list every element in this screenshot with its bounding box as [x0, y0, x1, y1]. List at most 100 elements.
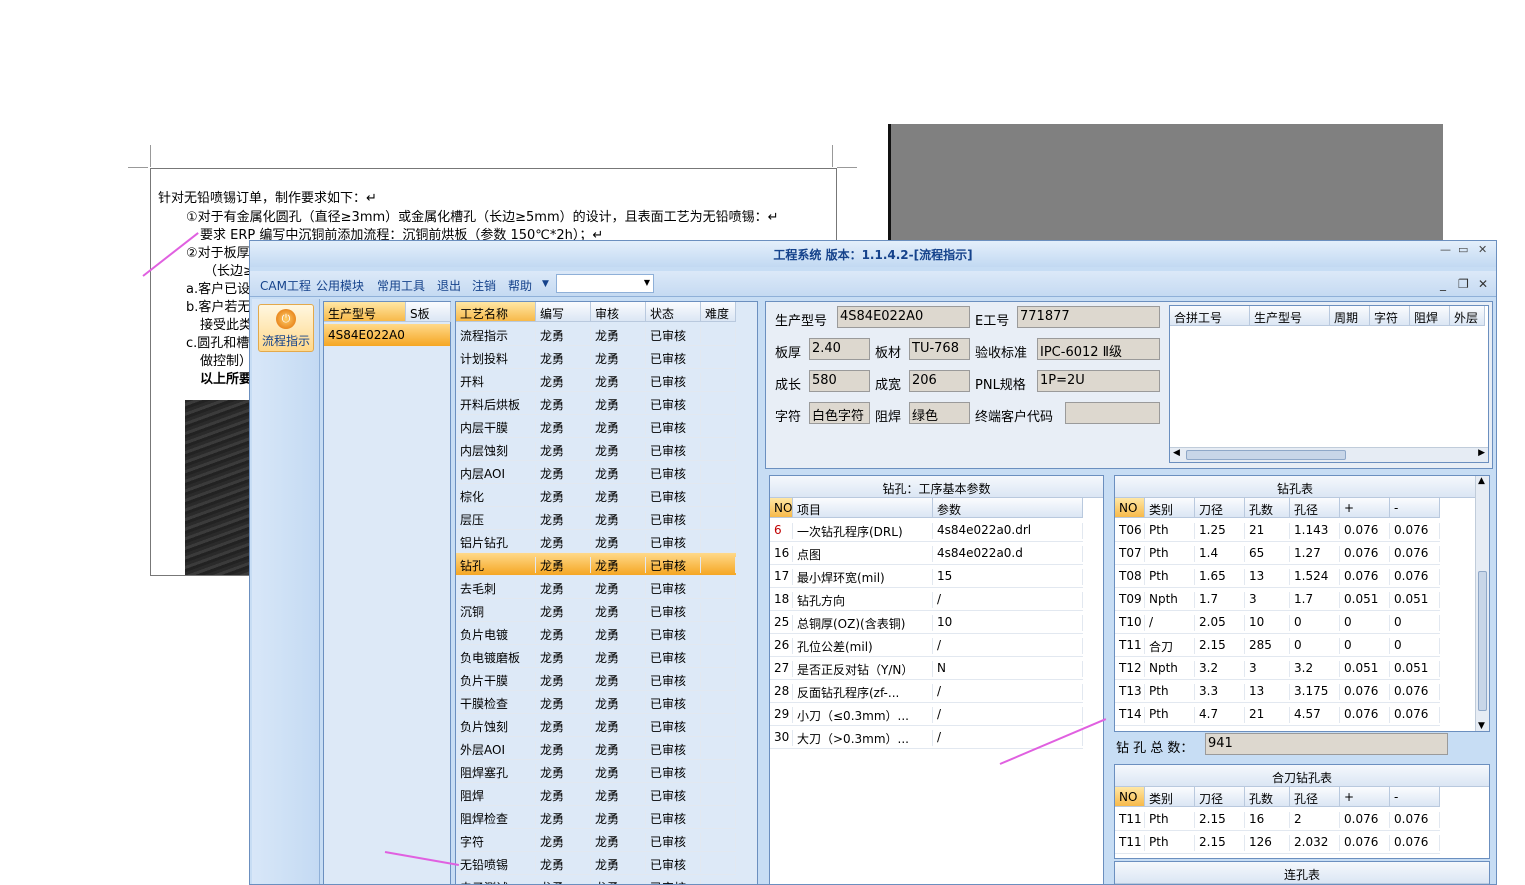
- menu-logout[interactable]: 注销: [472, 277, 496, 294]
- table-row[interactable]: T09 Npth 1.7 3 1.7 0.051 0.051: [1115, 588, 1440, 611]
- column-header[interactable]: 生产型号: [324, 302, 406, 322]
- table-row[interactable]: T08 Pth 1.65 13 1.524 0.076 0.076: [1115, 565, 1440, 588]
- mdi-restore-icon[interactable]: ❐: [1458, 277, 1469, 291]
- column-header[interactable]: 合拼工号: [1170, 306, 1250, 326]
- table-row[interactable]: 内层AOI 龙勇 龙勇 已审核: [456, 461, 736, 484]
- column-header[interactable]: 孔径: [1290, 498, 1340, 518]
- menu-help[interactable]: 帮助: [508, 277, 532, 294]
- table-row[interactable]: 沉铜 龙勇 龙勇 已审核: [456, 599, 736, 622]
- table-row[interactable]: T11 合刀 2.15 285 0 0 0: [1115, 634, 1440, 657]
- column-header[interactable]: 工艺名称: [456, 302, 536, 322]
- column-header[interactable]: +: [1340, 498, 1390, 518]
- length-field[interactable]: 580: [809, 370, 870, 392]
- table-row[interactable]: T13 Pth 3.3 13 3.175 0.076 0.076: [1115, 680, 1440, 703]
- table-row[interactable]: 开料后烘板 龙勇 龙勇 已审核: [456, 392, 736, 415]
- column-header[interactable]: 刀径: [1195, 787, 1245, 807]
- minimize-icon[interactable]: —: [1440, 243, 1451, 256]
- table-row[interactable]: 负片电镀 龙勇 龙勇 已审核: [456, 622, 736, 645]
- table-row[interactable]: 负片干膜 龙勇 龙勇 已审核: [456, 668, 736, 691]
- table-row[interactable]: T12 Npth 3.2 3 3.2 0.051 0.051: [1115, 657, 1440, 680]
- scroll-up-icon[interactable]: ▲: [1478, 476, 1485, 486]
- maximize-icon[interactable]: ▭: [1458, 243, 1468, 256]
- column-header[interactable]: 参数: [933, 498, 1083, 518]
- column-header[interactable]: -: [1390, 498, 1440, 518]
- scroll-right-icon[interactable]: ▶: [1478, 448, 1485, 458]
- model-field[interactable]: 4S84E022A0: [837, 306, 970, 328]
- menu-exit[interactable]: 退出: [437, 277, 461, 294]
- table-row[interactable]: 棕化 龙勇 龙勇 已审核: [456, 484, 736, 507]
- thickness-field[interactable]: 2.40: [809, 338, 870, 360]
- table-row[interactable]: 层压 龙勇 龙勇 已审核: [456, 507, 736, 530]
- material-field[interactable]: TU-768: [909, 338, 970, 360]
- pnl-field[interactable]: 1P=2U: [1037, 370, 1160, 392]
- table-row[interactable]: 内层蚀刻 龙勇 龙勇 已审核: [456, 438, 736, 461]
- column-header[interactable]: 外层: [1450, 306, 1485, 326]
- column-header[interactable]: 类别: [1145, 498, 1195, 518]
- column-header[interactable]: 类别: [1145, 787, 1195, 807]
- column-header[interactable]: -: [1390, 787, 1440, 807]
- column-header[interactable]: +: [1340, 787, 1390, 807]
- table-row[interactable]: 去毛刺 龙勇 龙勇 已审核: [456, 576, 736, 599]
- column-header[interactable]: 字符: [1370, 306, 1410, 326]
- standard-field[interactable]: IPC-6012 Ⅱ级: [1037, 338, 1160, 360]
- e-field[interactable]: 771877: [1017, 306, 1160, 328]
- table-row[interactable]: 17 最小焊环宽(mil) 15: [770, 565, 1083, 588]
- table-row[interactable]: 27 是否正反对钻（Y/N） N: [770, 657, 1083, 680]
- column-header[interactable]: 周期: [1330, 306, 1370, 326]
- vertical-scrollbar[interactable]: ▲ ▼: [1475, 476, 1489, 731]
- column-header[interactable]: 阻焊: [1410, 306, 1450, 326]
- width-field[interactable]: 206: [909, 370, 970, 392]
- table-row[interactable]: 阻焊 龙勇 龙勇 已审核: [456, 783, 736, 806]
- table-row[interactable]: T07 Pth 1.4 65 1.27 0.076 0.076: [1115, 542, 1440, 565]
- horizontal-scrollbar[interactable]: ◀ ▶: [1170, 447, 1488, 462]
- table-row[interactable]: T06 Pth 1.25 21 1.143 0.076 0.076: [1115, 519, 1440, 542]
- table-row[interactable]: 30 大刀（>0.3mm）... /: [770, 726, 1083, 749]
- table-row[interactable]: T11 Pth 2.15 16 2 0.076 0.076: [1115, 808, 1440, 831]
- character-field[interactable]: 白色字符: [809, 402, 870, 424]
- table-row[interactable]: 钻孔 龙勇 龙勇 已审核: [456, 553, 736, 576]
- table-row[interactable]: 无铅喷锡 龙勇 龙勇 已审核: [456, 852, 736, 875]
- column-header[interactable]: 孔径: [1290, 787, 1340, 807]
- drill-total-field[interactable]: 941: [1205, 733, 1448, 755]
- table-row[interactable]: 开料 龙勇 龙勇 已审核: [456, 369, 736, 392]
- table-row[interactable]: T14 Pth 4.7 21 4.57 0.076 0.076: [1115, 703, 1440, 726]
- column-header[interactable]: 孔数: [1245, 498, 1290, 518]
- table-row[interactable]: 外层AOI 龙勇 龙勇 已审核: [456, 737, 736, 760]
- chevron-down-icon[interactable]: ▼: [542, 279, 549, 289]
- column-header[interactable]: 编写: [536, 302, 591, 322]
- column-header[interactable]: 项目: [793, 498, 933, 518]
- table-row[interactable]: 计划投料 龙勇 龙勇 已审核: [456, 346, 736, 369]
- scrollbar-thumb[interactable]: [1478, 571, 1487, 711]
- table-row[interactable]: T11 Pth 2.15 126 2.032 0.076 0.076: [1115, 831, 1440, 854]
- menu-combo-box[interactable]: ▼: [556, 274, 654, 293]
- solder-mask-field[interactable]: 绿色: [909, 402, 970, 424]
- table-row[interactable]: 阻焊检查 龙勇 龙勇 已审核: [456, 806, 736, 829]
- column-header[interactable]: 生产型号: [1250, 306, 1330, 326]
- process-instruction-button[interactable]: ⏻ 流程指示: [258, 304, 314, 352]
- column-header[interactable]: 状态: [646, 302, 701, 322]
- table-row[interactable]: 铝片钻孔 龙勇 龙勇 已审核: [456, 530, 736, 553]
- table-row[interactable]: 26 孔位公差(mil) /: [770, 634, 1083, 657]
- column-header[interactable]: NO: [770, 498, 793, 518]
- menu-tools[interactable]: 常用工具: [377, 277, 425, 294]
- table-row[interactable]: 16 点图 4s84e022a0.d: [770, 542, 1083, 565]
- table-row[interactable]: 字符 龙勇 龙勇 已审核: [456, 829, 736, 852]
- menu-cam[interactable]: CAM工程: [260, 277, 311, 294]
- table-row[interactable]: 内层干膜 龙勇 龙勇 已审核: [456, 415, 736, 438]
- column-header[interactable]: NO: [1115, 787, 1145, 807]
- column-header[interactable]: 孔数: [1245, 787, 1290, 807]
- column-header[interactable]: S板: [406, 302, 451, 322]
- mdi-minimize-icon[interactable]: _: [1440, 277, 1446, 291]
- column-header[interactable]: 刀径: [1195, 498, 1245, 518]
- scroll-down-icon[interactable]: ▼: [1478, 721, 1485, 731]
- table-row[interactable]: 负电镀磨板 龙勇 龙勇 已审核: [456, 645, 736, 668]
- table-row[interactable]: 流程指示 龙勇 龙勇 已审核: [456, 323, 736, 346]
- table-row[interactable]: T10/2.05 10 0 0 0: [1115, 611, 1440, 634]
- column-header[interactable]: 难度: [701, 302, 736, 322]
- table-row[interactable]: 负片蚀刻 龙勇 龙勇 已审核: [456, 714, 736, 737]
- table-row[interactable]: 6 一次钻孔程序(DRL) 4s84e022a0.drl: [770, 519, 1083, 542]
- table-row[interactable]: 电子测试龙勇龙勇已审核: [456, 875, 736, 884]
- column-header[interactable]: 审核: [591, 302, 646, 322]
- close-icon[interactable]: ✕: [1478, 243, 1487, 256]
- table-row[interactable]: 29 小刀（≤0.3mm）... /: [770, 703, 1083, 726]
